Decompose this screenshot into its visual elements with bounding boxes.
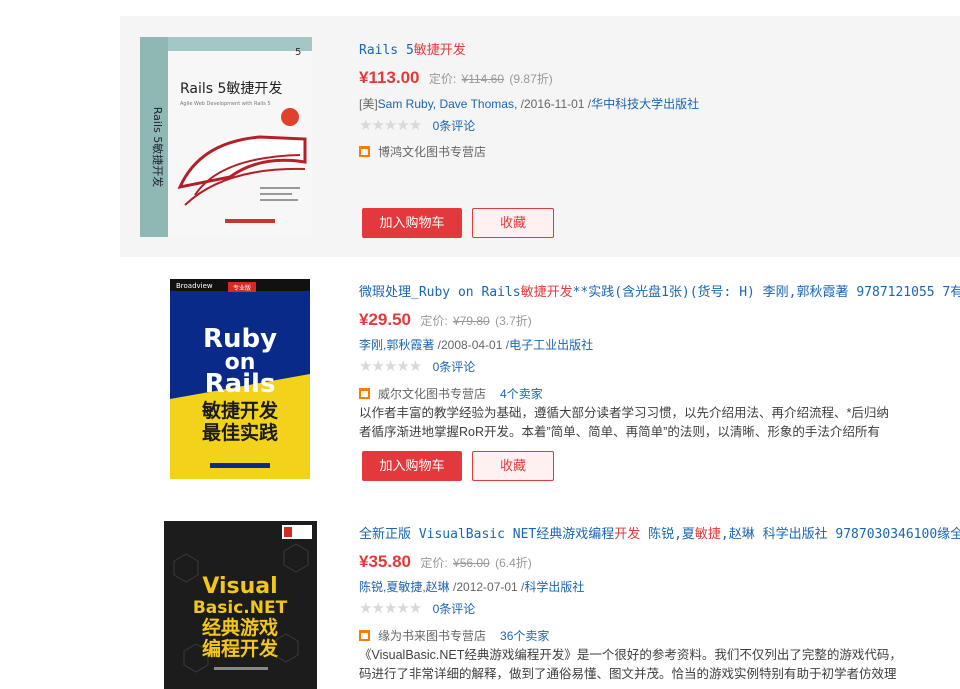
description-line: 者循序渐进地掌握RoR开发。本着”简单、简单、再简单”的法则，以清晰、形象的手法…: [359, 425, 880, 439]
cover-title-line3: Rails: [205, 369, 276, 399]
title-suffix: ,赵琳 科学出版社 9787030346100缘全: [720, 527, 960, 542]
shop-row: 威尔文化图书专营店 4个卖家: [359, 385, 543, 402]
shop-name-link[interactable]: 博鸿文化图书专营店: [378, 145, 486, 159]
shop-name-link[interactable]: 威尔文化图书专营店: [378, 387, 486, 401]
book-description: 以作者丰富的教学经验为基础，遵循大部分读者学习习惯，以先介绍用法、再介绍流程、*…: [359, 404, 960, 442]
publish-date: /2012-07-01 /: [449, 580, 525, 594]
cover-title-line3: 经典游戏: [202, 616, 278, 639]
list-price-label: 定价:: [428, 72, 457, 86]
shop-name-link[interactable]: 缘为书来图书专营店: [378, 629, 486, 643]
publish-date: /2008-04-01 /: [434, 338, 510, 352]
cover-title-line4: 编程开发: [202, 637, 279, 660]
shop-icon: [359, 146, 370, 157]
author-link[interactable]: 李刚,郭秋霞著: [359, 338, 434, 352]
current-price: ¥35.80: [359, 552, 411, 571]
rating-row: ★★★★★ 0条评论: [359, 357, 476, 375]
book-cover-art: Broadview 专业版 Ruby on Rails 敏捷开发 最佳实践: [170, 279, 310, 479]
list-price-label: 定价:: [420, 556, 448, 570]
cover-title-line1: Visual: [202, 574, 277, 599]
review-count-link[interactable]: 0条评论: [433, 600, 476, 617]
shop-icon: [359, 388, 370, 399]
title-keyword-highlight: 开发: [614, 527, 641, 542]
cover-title-line2: Basic.NET: [193, 598, 288, 618]
shop-icon: [359, 630, 370, 641]
discount: (6.4折): [495, 556, 532, 570]
author-link[interactable]: Sam Ruby, Dave Thomas,: [378, 97, 518, 111]
shop-row: 缘为书来图书专营店 36个卖家: [359, 627, 549, 644]
cover-title-line5: 最佳实践: [202, 421, 278, 444]
publisher-link[interactable]: 电子工业出版社: [509, 338, 593, 352]
favorite-button[interactable]: 收藏: [472, 451, 554, 481]
description-line: 码进行了非常详细的解释，做到了通俗易懂、图文并茂。恰当的游戏实例特别有助于初学者…: [359, 667, 897, 681]
cover-brand-text: Broadview: [176, 282, 213, 290]
list-price-label: 定价:: [420, 314, 448, 328]
price-row: ¥29.50 定价: ¥79.80 (3.7折): [359, 310, 532, 330]
add-to-cart-button[interactable]: 加入购物车: [362, 451, 462, 481]
cover-spine-text: Rails 5敏捷开发: [151, 107, 165, 187]
book-meta: 陈锐,夏敏捷,赵琳 /2012-07-01 /科学出版社: [359, 578, 584, 595]
shop-row: 博鸿文化图书专营店: [359, 143, 486, 160]
product-item: Broadview 专业版 Ruby on Rails 敏捷开发 最佳实践 微瑕…: [120, 262, 960, 498]
add-to-cart-button[interactable]: 加入购物车: [362, 208, 462, 238]
cover-tag-text: 专业版: [233, 284, 251, 292]
cover-subtitle-text: Agile Web Development with Rails 5: [180, 101, 271, 107]
star-rating-icon: ★★★★★: [359, 600, 422, 617]
list-price: ¥56.00: [453, 556, 490, 570]
star-rating-icon: ★★★★★: [359, 117, 422, 134]
title-prefix: Rails 5: [359, 43, 414, 58]
current-price: ¥29.50: [359, 310, 411, 329]
rating-row: ★★★★★ 0条评论: [359, 599, 476, 617]
description-line: 以作者丰富的教学经验为基础，遵循大部分读者学习习惯，以先介绍用法、再介绍流程、*…: [359, 406, 889, 420]
sellers-count-link[interactable]: 36个卖家: [500, 629, 549, 643]
rating-row: ★★★★★ 0条评论: [359, 116, 476, 134]
review-count-link[interactable]: 0条评论: [433, 117, 476, 134]
book-cover-art: Visual Basic.NET 经典游戏 编程开发: [164, 521, 317, 689]
title-suffix: **实践(含光盘1张)(货号: H) 李刚,郭秋霞著 9787121055 7有…: [572, 285, 960, 300]
list-price: ¥114.60: [461, 72, 505, 86]
list-price: ¥79.80: [453, 314, 490, 328]
product-item: Visual Basic.NET 经典游戏 编程开发 全新正版 VisualBa…: [120, 504, 960, 689]
star-rating-icon: ★★★★★: [359, 358, 422, 375]
publish-date: /2016-11-01 /: [517, 97, 592, 111]
current-price: ¥113.00: [359, 68, 420, 87]
publisher-link[interactable]: 华中科技大学出版社: [591, 97, 699, 111]
cover-edition-text: 5: [295, 47, 301, 58]
product-item: Rails 5敏捷开发 5 Rails 5敏捷开发 Agile Web Deve…: [120, 16, 960, 257]
title-keyword-highlight: 敏捷开发: [520, 285, 573, 300]
book-title-link[interactable]: 全新正版 VisualBasic NET经典游戏编程开发 陈锐,夏敏捷,赵琳 科…: [359, 523, 960, 542]
author-link[interactable]: 陈锐,夏敏捷,赵琳: [359, 580, 450, 594]
description-line: 《VisualBasic.NET经典游戏编程开发》是一个很好的参考资料。我们不仅…: [359, 648, 902, 662]
publisher-link[interactable]: 科学出版社: [524, 580, 584, 594]
book-cover-image[interactable]: Visual Basic.NET 经典游戏 编程开发: [164, 521, 317, 689]
sellers-count-link[interactable]: 4个卖家: [500, 387, 543, 401]
title-prefix: 全新正版 VisualBasic NET经典游戏编程: [359, 527, 615, 542]
book-meta: 李刚,郭秋霞著 /2008-04-01 /电子工业出版社: [359, 336, 593, 353]
favorite-button[interactable]: 收藏: [472, 208, 554, 238]
book-title-link[interactable]: Rails 5敏捷开发: [359, 39, 466, 58]
book-meta: [美]Sam Ruby, Dave Thomas, /2016-11-01 /华…: [359, 95, 699, 112]
book-cover-image[interactable]: Broadview 专业版 Ruby on Rails 敏捷开发 最佳实践: [170, 279, 310, 479]
title-prefix: 微瑕处理_Ruby on Rails: [359, 285, 521, 300]
cover-title-line4: 敏捷开发: [201, 399, 279, 422]
book-description: 《VisualBasic.NET经典游戏编程开发》是一个很好的参考资料。我们不仅…: [359, 646, 960, 684]
book-title-link[interactable]: 微瑕处理_Ruby on Rails敏捷开发**实践(含光盘1张)(货号: H)…: [359, 281, 960, 300]
price-row: ¥35.80 定价: ¥56.00 (6.4折): [359, 552, 532, 572]
author-prefix: [美]: [359, 97, 378, 111]
cover-title-text: Rails 5敏捷开发: [180, 81, 282, 97]
book-cover-image[interactable]: Rails 5敏捷开发 5 Rails 5敏捷开发 Agile Web Deve…: [140, 37, 312, 237]
price-row: ¥113.00 定价: ¥114.60 (9.87折): [359, 68, 553, 88]
review-count-link[interactable]: 0条评论: [433, 358, 476, 375]
title-keyword-highlight: 敏捷: [694, 527, 721, 542]
title-keyword-highlight: 敏捷开发: [413, 43, 466, 58]
book-cover-art: Rails 5敏捷开发 5 Rails 5敏捷开发 Agile Web Deve…: [140, 37, 312, 237]
title-mid: 陈锐,夏: [640, 527, 695, 542]
discount: (3.7折): [495, 314, 532, 328]
discount: (9.87折): [509, 72, 553, 86]
